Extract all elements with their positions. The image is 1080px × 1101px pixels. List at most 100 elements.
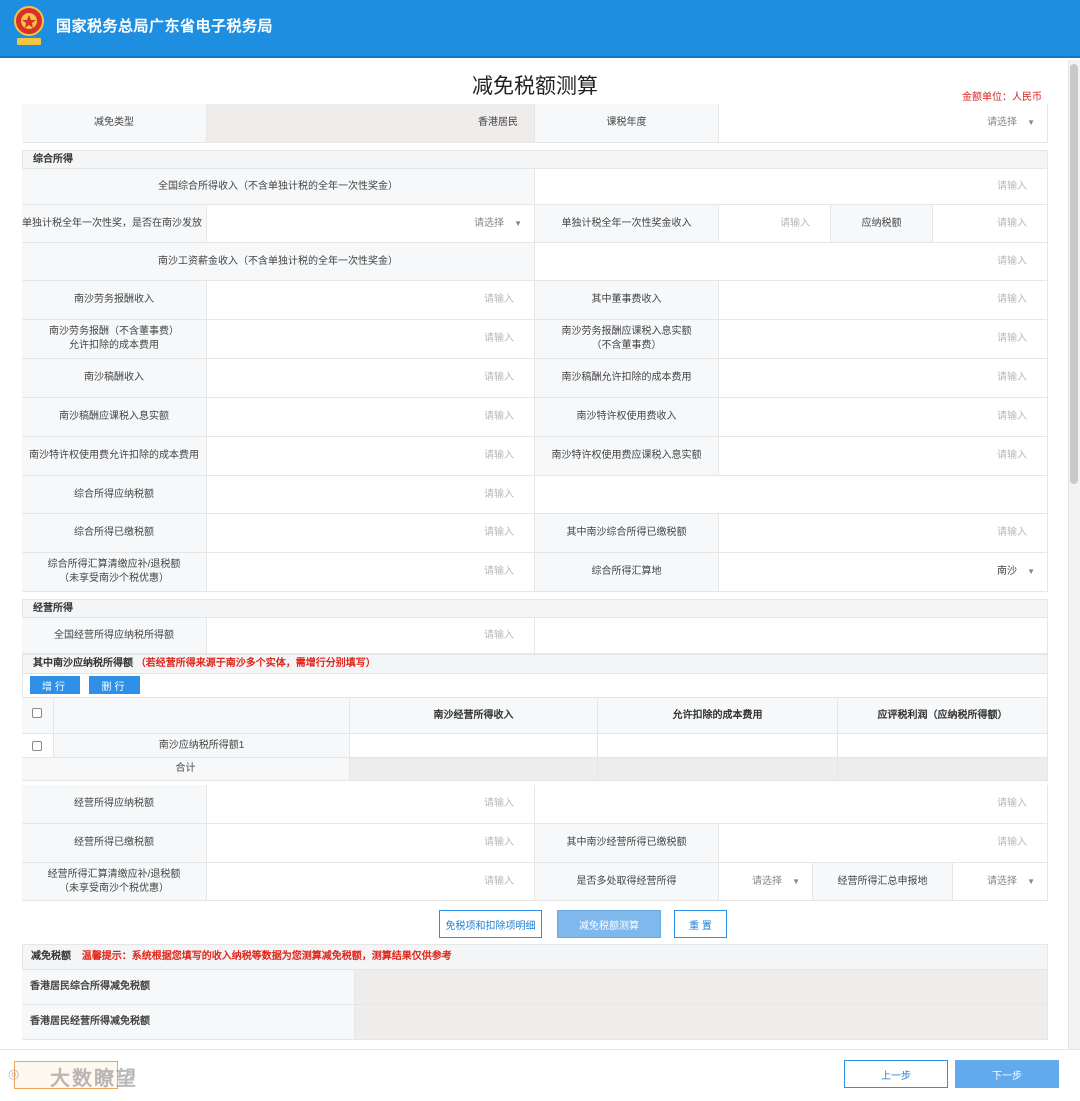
calculate-button[interactable]: 减免税额测算 xyxy=(557,910,661,938)
business-tax-paid-input[interactable]: 请输入 xyxy=(207,824,535,863)
total-cost-value xyxy=(598,758,838,781)
previous-step-button[interactable]: 上一步 xyxy=(844,1060,948,1088)
labor-cost-input[interactable]: 请输入 xyxy=(207,320,535,359)
multi-source-select[interactable]: 请选择 xyxy=(719,863,813,901)
author-cost-label: 南沙稿酬允许扣除的成本费用 xyxy=(535,359,719,398)
total-income-value xyxy=(350,758,598,781)
bonus-income-label: 单独计税全年一次性奖金收入 xyxy=(535,205,719,243)
watermark-icon: ◎ xyxy=(8,1066,20,1081)
national-income-input[interactable]: 请输入 xyxy=(535,169,1048,205)
section-comprehensive-title: 综合所得 xyxy=(22,150,1048,169)
labor-income-label: 南沙劳务报酬收入 xyxy=(22,281,207,320)
labor-cost-label-line1: 南沙劳务报酬（不含董事费） xyxy=(49,326,179,337)
hk-business-label: 香港居民经营所得减免税额 xyxy=(22,1005,355,1040)
multi-source-label: 是否多处取得经营所得 xyxy=(535,863,719,901)
tax-year-label: 课税年度 xyxy=(535,104,719,143)
result-title: 减免税额 xyxy=(31,951,71,962)
business-national-label: 全国经营所得应纳税所得额 xyxy=(22,618,207,654)
tax-due-empty-cell xyxy=(535,476,1048,514)
labor-income-input[interactable]: 请输入 xyxy=(207,281,535,320)
total-label: 合计 xyxy=(22,758,350,781)
bonus-income-input[interactable]: 请输入 xyxy=(719,205,831,243)
scrollbar-thumb[interactable] xyxy=(1070,64,1078,484)
row-cost-input[interactable] xyxy=(598,734,838,758)
row-income-input[interactable] xyxy=(350,734,598,758)
table-header-income: 南沙经营所得收入 xyxy=(350,698,598,734)
reduction-type-label: 减免类型 xyxy=(22,104,207,143)
app-title: 国家税务总局广东省电子税务局 xyxy=(56,18,274,35)
toolbar-frame xyxy=(22,673,1048,698)
table-row-label: 南沙应纳税所得额1 xyxy=(54,734,350,758)
nansha-wage-input[interactable]: 请输入 xyxy=(535,243,1048,281)
add-row-button[interactable]: 增行 xyxy=(30,676,80,694)
royalty-income-input[interactable]: 请输入 xyxy=(719,398,1048,437)
business-tax-due-input-2[interactable]: 请输入 xyxy=(535,785,1048,824)
nansha-taxable-title: 其中南沙应纳税所得额 （若经营所得来源于南沙多个实体，需增行分别填写） xyxy=(22,654,1048,674)
business-national-input[interactable]: 请输入 xyxy=(207,618,535,654)
business-settlement-label-line2: （未享受南沙个税优惠） xyxy=(59,882,169,894)
royalty-cost-label: 南沙特许权使用费允许扣除的成本费用 xyxy=(22,437,207,476)
settlement-place-select[interactable]: 南沙 xyxy=(719,553,1048,592)
nansha-tax-paid-input[interactable]: 请输入 xyxy=(719,514,1048,553)
delete-row-button[interactable]: 删行 xyxy=(89,676,140,694)
declare-place-label: 经营所得汇总申报地 xyxy=(813,863,953,901)
bonus-nansha-select[interactable]: 请选择 xyxy=(207,205,535,243)
row-profit-input[interactable] xyxy=(838,734,1048,758)
business-national-empty xyxy=(535,618,1048,654)
settlement-input[interactable]: 请输入 xyxy=(207,553,535,592)
business-nansha-tax-paid-label: 其中南沙经营所得已缴税额 xyxy=(535,824,719,863)
nansha-wage-label: 南沙工资薪金收入（不含单独计税的全年一次性奖金） xyxy=(22,243,535,281)
author-income-label: 南沙稿酬收入 xyxy=(22,359,207,398)
declare-place-select[interactable]: 请选择 xyxy=(953,863,1048,901)
result-title-row: 减免税额 温馨提示：系统根据您填写的收入纳税等数据为您测算减免税额，测算结果仅供… xyxy=(22,944,1048,970)
business-settlement-label: 经营所得汇算清缴应补/退税额 （未享受南沙个税优惠） xyxy=(22,863,207,901)
bonus-nansha-label: 单独计税全年一次性奖，是否在南沙发放 xyxy=(22,205,207,243)
business-settlement-input[interactable]: 请输入 xyxy=(207,863,535,901)
author-income-input[interactable]: 请输入 xyxy=(207,359,535,398)
royalty-taxable-input[interactable]: 请输入 xyxy=(719,437,1048,476)
select-all-checkbox[interactable] xyxy=(32,708,42,718)
hk-comprehensive-label: 香港居民综合所得减免税额 xyxy=(22,970,355,1005)
watermark-text: 大数瞭望 xyxy=(50,1068,138,1090)
labor-cost-label-line2: 允许扣除的成本费用 xyxy=(69,340,159,351)
national-income-label: 全国综合所得收入（不含单独计税的全年一次性奖金） xyxy=(22,169,535,205)
director-fee-input[interactable]: 请输入 xyxy=(719,281,1048,320)
tax-due-label: 综合所得应纳税额 xyxy=(22,476,207,514)
hk-comprehensive-value xyxy=(355,970,1048,1005)
result-tip: 温馨提示：系统根据您填写的收入纳税等数据为您测算减免税额，测算结果仅供参考 xyxy=(81,951,452,962)
royalty-income-label: 南沙特许权使用费收入 xyxy=(535,398,719,437)
director-fee-label: 其中董事费收入 xyxy=(535,281,719,320)
tax-payable-input[interactable]: 请输入 xyxy=(933,205,1048,243)
labor-taxable-input[interactable]: 请输入 xyxy=(719,320,1048,359)
tax-paid-input[interactable]: 请输入 xyxy=(207,514,535,553)
top-header: 国家税务总局广东省电子税务局 xyxy=(0,0,1080,58)
settlement-place-label: 综合所得汇算地 xyxy=(535,553,719,592)
settlement-label-line1: 综合所得汇算清缴应补/退税额 xyxy=(47,559,181,570)
business-nansha-tax-paid-input[interactable]: 请输入 xyxy=(719,824,1048,863)
row-checkbox[interactable] xyxy=(32,741,42,751)
section-business-title: 经营所得 xyxy=(22,599,1048,618)
nansha-taxable-title-text: 其中南沙应纳税所得额 xyxy=(33,658,133,669)
nansha-tax-paid-label: 其中南沙综合所得已缴税额 xyxy=(535,514,719,553)
royalty-cost-input[interactable]: 请输入 xyxy=(207,437,535,476)
next-step-button[interactable]: 下一步 xyxy=(955,1060,1059,1088)
author-taxable-input[interactable]: 请输入 xyxy=(207,398,535,437)
exemption-detail-button[interactable]: 免税项和扣除项明细 xyxy=(439,910,542,938)
page-title: 减免税额测算 xyxy=(472,75,598,98)
footer-divider xyxy=(0,1049,1080,1050)
business-tax-paid-label: 经营所得已缴税额 xyxy=(22,824,207,863)
labor-cost-label: 南沙劳务报酬（不含董事费） 允许扣除的成本费用 xyxy=(22,320,207,359)
business-tax-due-label: 经营所得应纳税额 xyxy=(22,785,207,824)
hk-business-value xyxy=(355,1005,1048,1040)
labor-taxable-label: 南沙劳务报酬应课税入息实额 （不含董事费） xyxy=(535,320,719,359)
labor-taxable-label-line1: 南沙劳务报酬应课税入息实额 xyxy=(561,326,692,337)
tax-year-select[interactable]: 请选择 xyxy=(719,104,1048,143)
tax-due-input[interactable]: 请输入 xyxy=(207,476,535,514)
reset-button[interactable]: 重 置 xyxy=(674,910,727,938)
table-header-name xyxy=(54,698,350,734)
author-cost-input[interactable]: 请输入 xyxy=(719,359,1048,398)
business-tax-due-input[interactable]: 请输入 xyxy=(207,785,535,824)
tax-emblem-icon xyxy=(14,6,44,45)
table-header-profit: 应评税利润（应纳税所得额） xyxy=(838,698,1048,734)
business-settlement-label-line1: 经营所得汇算清缴应补/退税额 xyxy=(47,868,181,880)
